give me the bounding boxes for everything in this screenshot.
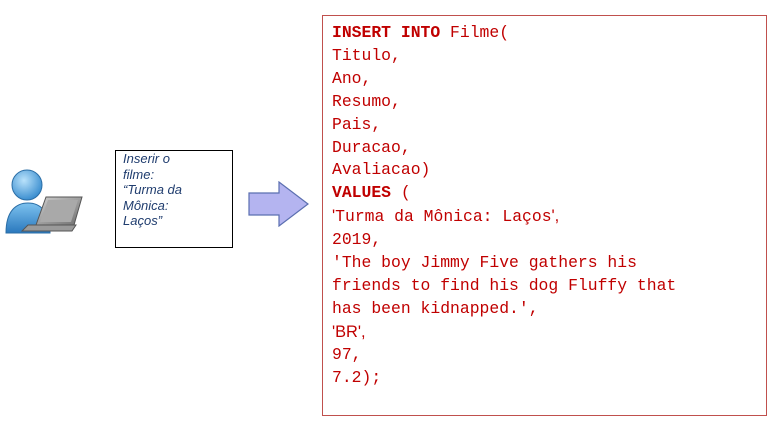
- sql-column: Duracao,: [332, 137, 411, 157]
- sql-quote: ',: [551, 207, 560, 226]
- sql-value-summary: friends to find his dog Fluffy that: [332, 275, 677, 295]
- sql-column: Ano,: [332, 68, 372, 88]
- sql-value-rating: 7.2);: [332, 367, 382, 387]
- sql-column: Resumo,: [332, 91, 401, 111]
- sql-table-name: Filme(: [440, 23, 510, 42]
- sql-keyword-values: VALUES: [332, 183, 392, 203]
- sql-value-year: 2019,: [332, 230, 382, 250]
- sql-values-open: (: [391, 183, 411, 203]
- sql-keyword-insert-into: INSERT INTO: [332, 23, 441, 42]
- sql-column: Titulo,: [332, 45, 401, 65]
- sql-value-title: 'Turma da Mônica: Laços',: [332, 205, 766, 229]
- sql-column: Avaliacao): [332, 160, 431, 180]
- sql-title-text: Turma da Mônica: Laços: [335, 207, 552, 227]
- user-with-laptop-icon: [5, 169, 83, 234]
- note-line: Laços”: [123, 213, 163, 228]
- note-line: Inserir o: [123, 151, 170, 166]
- sql-value-summary: has been kidnapped.',: [332, 298, 539, 318]
- note-line: “Turma da: [123, 182, 182, 197]
- sql-values-line: VALUES (: [332, 182, 766, 205]
- note-line: filme:: [123, 166, 155, 182]
- sql-value-country: 'BR',: [332, 322, 366, 341]
- insert-movie-note: Inserir o filme: “Turma da Mônica: Laços…: [115, 150, 233, 248]
- sql-column: Pais,: [332, 114, 382, 134]
- sql-value-summary: 'The boy Jimmy Five gathers his: [332, 253, 637, 273]
- note-line: Mônica:: [123, 197, 169, 213]
- sql-insert-line: INSERT INTO Filme(: [332, 22, 766, 45]
- sql-insert-statement: INSERT INTO Filme( Titulo, Ano, Resumo, …: [322, 15, 767, 416]
- sql-value-duration: 97,: [332, 344, 362, 364]
- right-arrow-icon: [248, 181, 309, 227]
